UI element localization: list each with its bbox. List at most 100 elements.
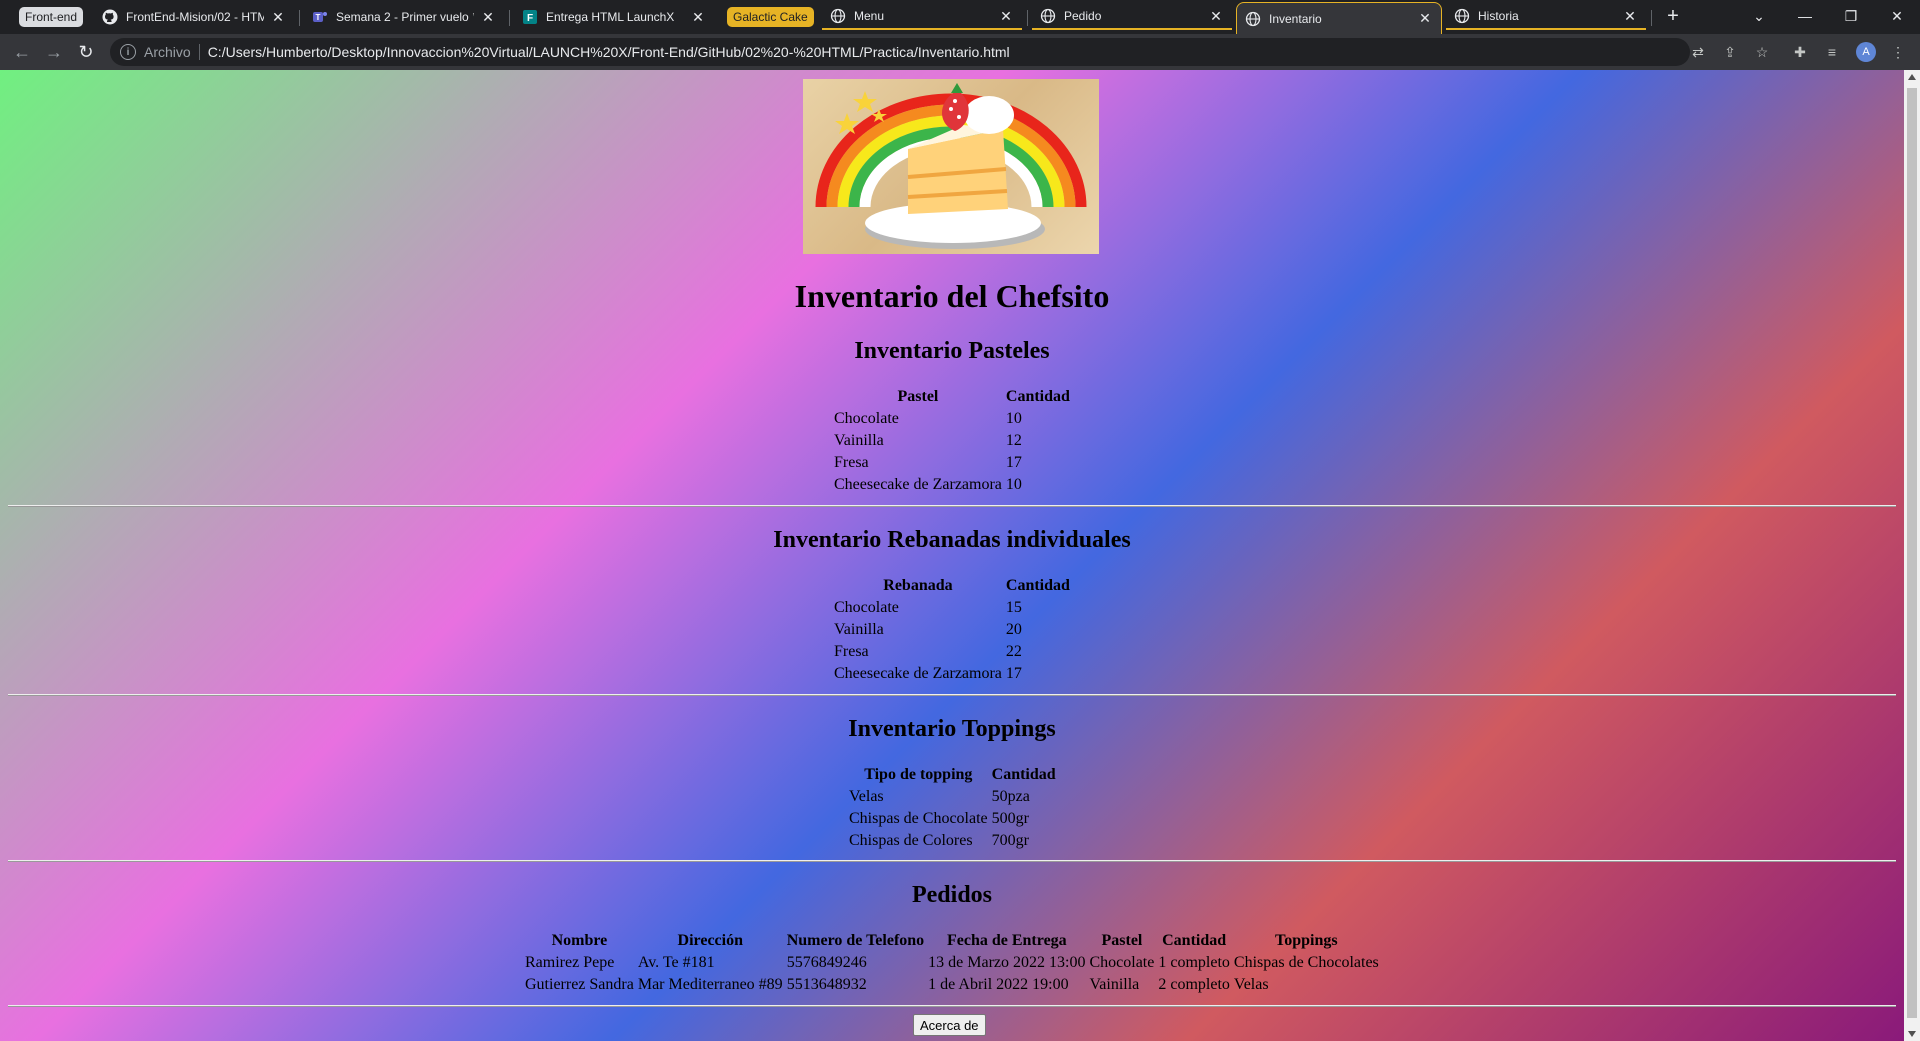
table-cell: 13 de Marzo 2022 13:00 (928, 954, 1086, 971)
tab-title: Pedido (1064, 9, 1102, 23)
bookmark-star-icon[interactable]: ☆ (1752, 42, 1772, 62)
reading-list-icon[interactable]: ≡ (1822, 42, 1842, 62)
table-pasteles: Pastel Cantidad Chocolate 10 Vainilla 12 F… (831, 385, 1073, 497)
github-icon (102, 9, 118, 25)
table-cell: Chocolate (1089, 954, 1155, 971)
column-header: Nombre (551, 932, 608, 949)
url-text[interactable]: C:/Users/Humberto/Desktop/Innovaccion%20… (208, 44, 1010, 60)
column-header: Toppings (1275, 932, 1338, 949)
tab-pedido[interactable]: Pedido ✕ (1032, 4, 1232, 30)
table-cell: Velas (1233, 976, 1269, 993)
tab-group-front-end[interactable]: Front-end (19, 7, 84, 27)
browser-toolbar: ← → ↻ i Archivo C:/Users/Humberto/Deskto… (0, 34, 1920, 70)
page-title: Inventario del Chefsito (794, 278, 1110, 314)
extensions-icon[interactable]: ✚ (1790, 42, 1810, 62)
table-rebanadas: Rebanada Cantidad Chocolate 15 Vainilla 20… (831, 574, 1073, 686)
more-menu-icon[interactable]: ⋮ (1888, 42, 1908, 62)
column-header: Numero de Telefono (786, 932, 925, 949)
table-cell: 2 completo (1158, 976, 1230, 993)
table-cell: Chispas de Colores (849, 832, 973, 849)
table-cell: 15 (1005, 599, 1022, 616)
tab-historia[interactable]: Historia ✕ (1446, 4, 1646, 30)
page-viewport: Inventario del Chefsito Inventario Paste… (0, 70, 1904, 1041)
scroll-up-arrow-icon[interactable] (1908, 74, 1916, 80)
column-header: Pastel (897, 388, 939, 405)
tab-forms[interactable]: F Entrega HTML LaunchX ✕ (514, 4, 714, 30)
table-cell: 5513648932 (786, 976, 867, 993)
column-header: Fecha de Entrega (946, 932, 1067, 949)
about-button[interactable]: Acerca de (913, 1014, 986, 1036)
tab-github[interactable]: FrontEnd-Mision/02 - HTM ✕ (94, 4, 294, 30)
tab-title: Menu (854, 9, 885, 23)
table-header-row: Tipo de topping Cantidad (848, 765, 1057, 785)
table-cell: 20 (1005, 621, 1022, 638)
omnibox-divider (198, 44, 200, 60)
teams-icon: T (312, 9, 328, 25)
column-header: Pastel (1101, 932, 1143, 949)
section-divider (8, 694, 1896, 696)
tab-search-icon[interactable]: ⌄ (1744, 4, 1774, 28)
page-scrollbar[interactable] (1904, 70, 1920, 1041)
table-row: Chocolate 15 (833, 598, 1071, 618)
tab-menu[interactable]: Menu ✕ (822, 4, 1022, 30)
table-cell: 17 (1005, 454, 1022, 471)
table-cell: Vainilla (834, 621, 884, 638)
close-icon[interactable]: ✕ (1208, 8, 1224, 25)
scroll-down-arrow-icon[interactable] (1908, 1031, 1916, 1037)
info-icon[interactable]: i (120, 44, 136, 60)
table-cell: 50pza (991, 788, 1030, 805)
table-cell: Chocolate (834, 599, 899, 616)
close-icon[interactable]: ✕ (1417, 10, 1433, 27)
table-header-row: Rebanada Cantidad (833, 576, 1071, 596)
table-row: Cheesecake de Zarzamora 10 (833, 475, 1071, 495)
table-row: Chocolate 10 (833, 409, 1071, 429)
tab-separator (1027, 10, 1028, 26)
forward-icon[interactable]: → (42, 40, 66, 64)
address-bar[interactable]: i Archivo C:/Users/Humberto/Desktop/Inno… (110, 38, 1690, 66)
share-icon[interactable]: ⇪ (1720, 42, 1740, 62)
tab-separator (509, 10, 510, 26)
section-heading-toppings: Inventario Toppings (848, 716, 1056, 742)
column-header: Cantidad (1005, 388, 1070, 405)
close-icon[interactable]: ✕ (690, 9, 706, 26)
table-cell: 700gr (991, 832, 1029, 849)
section-heading-pasteles: Inventario Pasteles (854, 338, 1050, 364)
tab-teams[interactable]: T Semana 2 - Primer vuelo 🛸 ✕ (304, 4, 504, 30)
table-cell: Gutierrez Sandra (525, 976, 634, 993)
profile-avatar[interactable]: A (1856, 42, 1876, 62)
table-row: Vainilla 20 (833, 620, 1071, 640)
galactic-cake-logo (803, 79, 1099, 254)
table-cell: Chispas de Chocolate (849, 810, 988, 827)
table-cell: Ramirez Pepe (525, 954, 615, 971)
tab-strip: Front-end FrontEnd-Mision/02 - HTM ✕ T S… (0, 0, 1920, 34)
table-header-row: Pastel Cantidad (833, 387, 1071, 407)
tab-group-galactic-cake[interactable]: Galactic Cake (727, 7, 814, 27)
tab-inventario[interactable]: Inventario ✕ (1236, 2, 1442, 34)
close-icon[interactable]: ✕ (480, 9, 496, 26)
tab-title: Historia (1478, 9, 1519, 23)
table-row: Cheesecake de Zarzamora 17 (833, 664, 1071, 684)
scrollbar-thumb[interactable] (1907, 88, 1917, 1018)
tab-title: FrontEnd-Mision/02 - HTM (126, 10, 264, 24)
restore-icon[interactable]: ❐ (1836, 4, 1866, 28)
table-toppings: Tipo de topping Cantidad Velas 50pza Chis… (846, 763, 1059, 853)
table-cell: Cheesecake de Zarzamora (834, 665, 1002, 682)
minimize-icon[interactable]: — (1790, 4, 1820, 28)
table-cell: Av. Te #181 (637, 954, 715, 971)
table-row: Fresa 17 (833, 453, 1071, 473)
back-icon[interactable]: ← (10, 40, 34, 64)
close-window-icon[interactable]: ✕ (1882, 4, 1912, 28)
table-row: Chispas de Chocolate 500gr (848, 809, 1057, 829)
table-cell: 10 (1005, 410, 1022, 427)
new-tab-icon[interactable]: + (1658, 4, 1688, 28)
table-cell: Chispas de Chocolates (1233, 954, 1379, 971)
section-heading-pedidos: Pedidos (911, 882, 992, 908)
column-header: Cantidad (991, 766, 1056, 783)
close-icon[interactable]: ✕ (1622, 8, 1638, 25)
close-icon[interactable]: ✕ (998, 8, 1014, 25)
close-icon[interactable]: ✕ (270, 9, 286, 26)
translate-icon[interactable]: ⇄ (1688, 42, 1708, 62)
reload-icon[interactable]: ↻ (74, 40, 98, 64)
globe-icon (830, 8, 846, 24)
section-divider (8, 505, 1896, 507)
